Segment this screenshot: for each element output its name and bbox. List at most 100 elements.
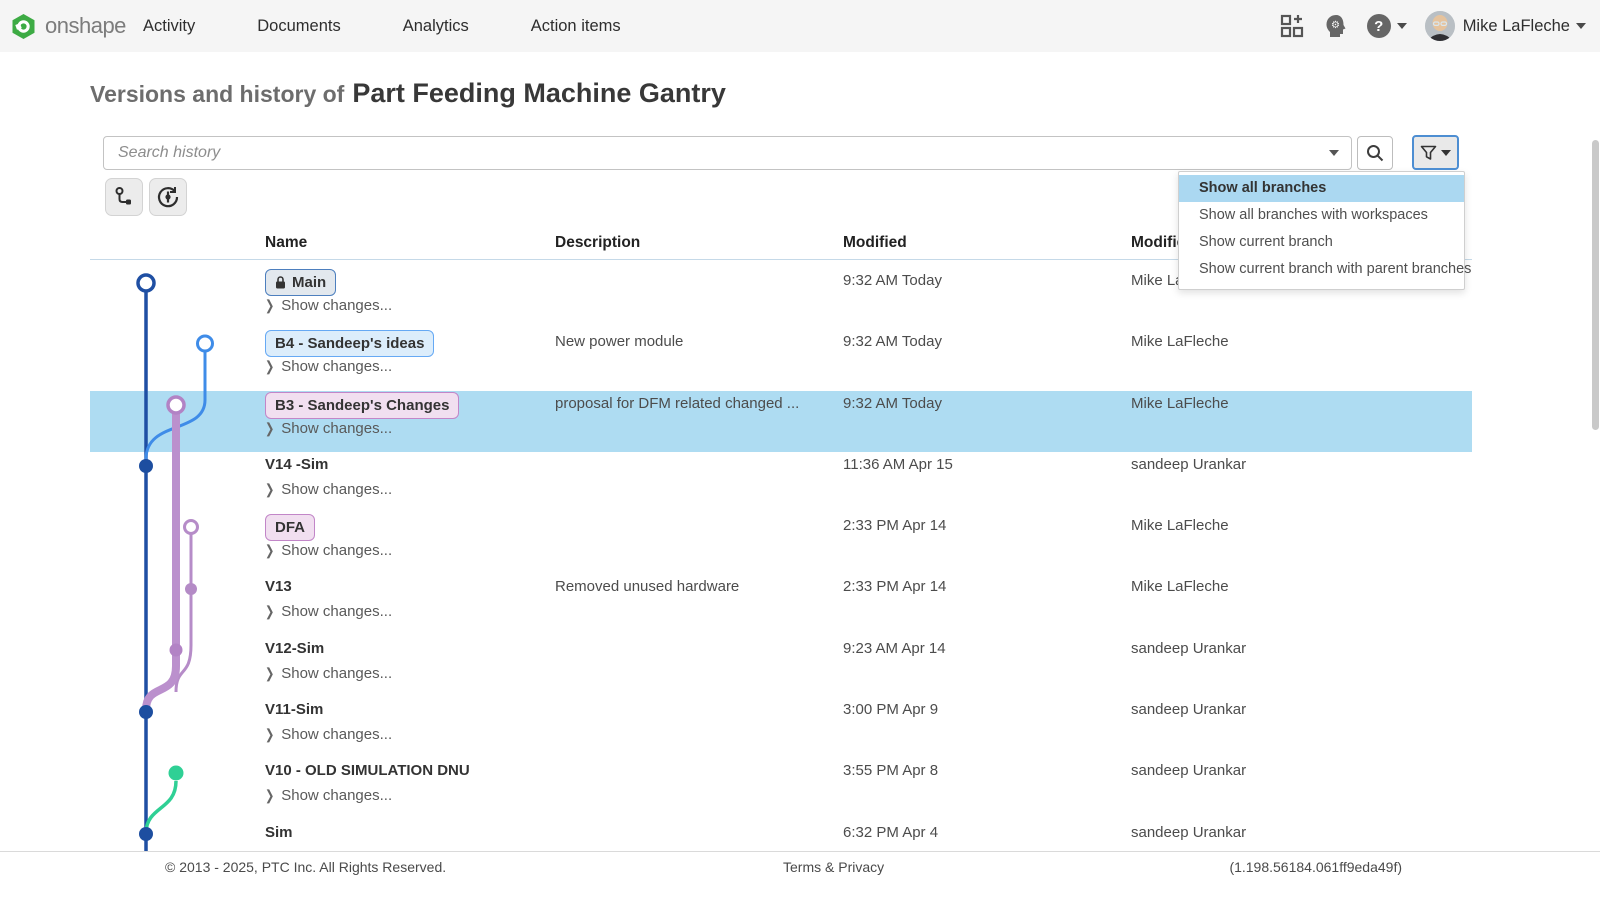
menu-item-show-current-branch[interactable]: Show current branch [1179,229,1464,256]
version-name: V10 - OLD SIMULATION DNU [265,762,470,779]
node-b4[interactable] [198,336,213,351]
table-row-v11[interactable]: V11-Sim ❯Show changes... 3:00 PM Apr 9 s… [90,681,1472,742]
copyright-text: © 2013 - 2025, PTC Inc. All Rights Reser… [165,859,446,875]
modified-by-cell: sandeep Urankar [1131,824,1246,841]
search-button[interactable] [1357,136,1393,170]
node-v14[interactable] [139,459,153,473]
user-name: Mike LaFleche [1463,17,1570,36]
user-menu[interactable]: Mike LaFleche [1425,11,1586,41]
branch-chip-b4[interactable]: B4 - Sandeep's ideas [265,330,434,357]
version-chip-main[interactable]: Main [265,269,336,296]
nav-item-activity[interactable]: Activity [143,17,195,36]
search-options-caret-icon[interactable] [1329,150,1339,156]
menu-item-show-all-branches-workspaces[interactable]: Show all branches with workspaces [1179,202,1464,229]
top-nav-bar: onshape Activity Documents Analytics Act… [0,0,1600,52]
create-branch-button[interactable] [105,178,143,216]
build-version-text: (1.198.56184.061ff9eda49f) [1229,859,1402,875]
version-graph [100,260,240,852]
show-changes-link[interactable]: ❯Show changes... [265,787,392,804]
table-row-v13[interactable]: V13 ❯Show changes... Removed unused hard… [90,558,1472,619]
nav-item-action-items[interactable]: Action items [531,17,621,36]
branch-icon [113,186,135,208]
node-v11[interactable] [139,705,153,719]
node-dfa[interactable] [185,521,198,534]
modified-by-cell: Mike LaFleche [1131,395,1229,412]
table-row-dfa[interactable]: DFA ❯Show changes... 2:33 PM Apr 14 Mike… [90,497,1472,558]
chevron-right-icon: ❯ [265,788,274,804]
filter-funnel-icon [1420,145,1437,161]
header-description[interactable]: Description [555,234,843,252]
chevron-right-icon: ❯ [265,543,274,559]
show-changes-link[interactable]: ❯Show changes... [265,297,392,314]
node-b3[interactable] [168,397,184,413]
version-name: V13 [265,578,292,595]
show-changes-link[interactable]: ❯Show changes... [265,358,392,375]
modified-cell: 9:32 AM Today [843,395,942,412]
document-title: Part Feeding Machine Gantry [352,78,726,108]
header-modified[interactable]: Modified [843,234,1131,252]
chevron-right-icon: ❯ [265,481,274,497]
modified-by-cell: Mike LaFleche [1131,578,1229,595]
modified-cell: 3:55 PM Apr 8 [843,762,938,779]
user-caret-icon [1576,23,1586,29]
show-changes-link[interactable]: ❯Show changes... [265,542,392,559]
version-name: V12-Sim [265,640,324,657]
show-changes-link[interactable]: ❯Show changes... [265,603,392,620]
branch-name: B3 - Sandeep's Changes [275,397,449,414]
apps-grid-icon[interactable] [1279,13,1305,39]
table-row-v14[interactable]: V14 -Sim ❯Show changes... 11:36 AM Apr 1… [90,436,1472,497]
search-history-box [103,136,1352,170]
branch-name: DFA [275,519,305,536]
node-v10[interactable] [169,766,184,781]
version-name: V14 -Sim [265,456,328,473]
nav-item-analytics[interactable]: Analytics [403,17,469,36]
show-changes-link[interactable]: ❯Show changes... [265,665,392,682]
nav-item-documents[interactable]: Documents [257,17,340,36]
help-icon[interactable]: ? [1367,14,1407,38]
show-changes-link[interactable]: ❯Show changes... [265,726,392,743]
svg-text:⚙: ⚙ [1331,20,1340,31]
show-changes-link[interactable]: ❯Show changes... [265,420,392,437]
terms-privacy-link[interactable]: Terms & Privacy [783,859,884,875]
node-sim[interactable] [139,827,153,841]
show-changes-link[interactable]: ❯Show changes... [265,481,392,498]
menu-item-show-all-branches[interactable]: Show all branches [1179,175,1464,202]
restore-version-button[interactable] [149,178,187,216]
modified-cell: 3:00 PM Apr 9 [843,701,938,718]
modified-by-cell: sandeep Urankar [1131,456,1246,473]
version-name: Main [292,274,326,291]
vertical-scrollbar[interactable] [1592,140,1599,430]
description-cell: Removed unused hardware [555,578,739,595]
table-row-v10[interactable]: V10 - OLD SIMULATION DNU ❯Show changes..… [90,742,1472,803]
chevron-right-icon: ❯ [265,297,274,313]
modified-cell: 11:36 AM Apr 15 [843,456,953,473]
table-row-b3-selected[interactable]: B3 - Sandeep's Changes ❯Show changes... … [90,375,1472,436]
search-input[interactable] [104,144,1323,162]
graph-column-header [90,234,265,252]
node-v13[interactable] [185,583,197,595]
node-v12[interactable] [170,644,183,657]
modified-by-cell: Mike LaFleche [1131,517,1229,534]
version-table: Main ❯Show changes... 9:32 AM Today Mike… [90,252,1472,865]
table-row-v12[interactable]: V12-Sim ❯Show changes... 9:23 AM Apr 14 … [90,620,1472,681]
menu-item-show-current-branch-parents[interactable]: Show current branch with parent branches [1179,256,1464,283]
filter-button[interactable] [1412,135,1459,170]
help-caret-icon [1397,23,1407,29]
node-main[interactable] [138,275,154,291]
modified-by-cell: sandeep Urankar [1131,701,1246,718]
description-cell: New power module [555,333,683,350]
chevron-right-icon: ❯ [265,604,274,620]
version-name: Sim [265,824,293,841]
chevron-right-icon: ❯ [265,420,274,436]
learning-center-icon[interactable]: ⚙ [1323,13,1349,39]
modified-by-cell: Mike LaFleche [1131,333,1229,350]
header-name[interactable]: Name [265,234,555,252]
search-icon [1365,143,1385,163]
branch-chip-dfa[interactable]: DFA [265,514,315,541]
branch-chip-b3[interactable]: B3 - Sandeep's Changes [265,392,459,419]
chevron-right-icon: ❯ [265,726,274,742]
onshape-logo[interactable]: onshape [0,13,135,40]
modified-cell: 9:32 AM Today [843,333,942,350]
description-cell: proposal for DFM related changed ... [555,395,799,412]
table-row-b4[interactable]: B4 - Sandeep's ideas ❯Show changes... Ne… [90,313,1472,374]
